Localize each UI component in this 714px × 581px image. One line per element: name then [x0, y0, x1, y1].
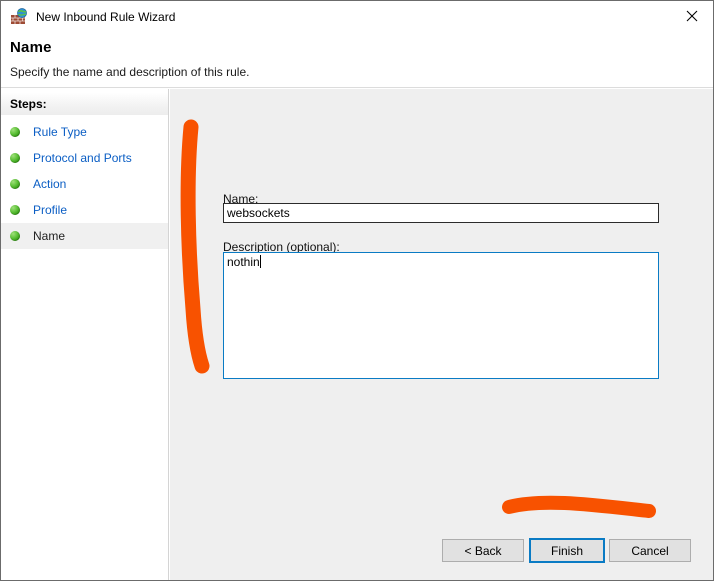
main-content-panel: Name: Description (optional): nothin: [170, 89, 713, 580]
step-bullet-icon: [10, 127, 20, 137]
description-value: nothin: [227, 255, 260, 269]
sidebar-item-name[interactable]: Name: [1, 223, 168, 249]
description-text-content: nothin: [227, 255, 261, 270]
sidebar-item-rule-type[interactable]: Rule Type: [1, 119, 168, 145]
steps-sidebar: Steps: Rule Type Protocol and Ports Acti…: [1, 89, 169, 580]
sidebar-item-profile[interactable]: Profile: [1, 197, 168, 223]
sidebar-item-label: Rule Type: [33, 125, 87, 139]
window-title: New Inbound Rule Wizard: [36, 9, 176, 24]
page-header: Name Specify the name and description of…: [1, 32, 713, 88]
sidebar-item-label: Action: [33, 177, 67, 191]
step-bullet-icon: [10, 153, 20, 163]
finish-button[interactable]: Finish: [529, 538, 605, 563]
sidebar-item-label: Name: [33, 229, 66, 243]
close-icon[interactable]: [669, 1, 713, 31]
step-bullet-icon: [10, 179, 20, 189]
description-textarea[interactable]: nothin: [223, 252, 659, 379]
sidebar-item-label: Protocol and Ports: [33, 151, 132, 165]
back-button[interactable]: < Back: [442, 539, 524, 562]
steps-heading-label: Steps:: [10, 97, 47, 111]
step-bullet-icon: [10, 231, 20, 241]
sidebar-item-protocol-and-ports[interactable]: Protocol and Ports: [1, 145, 168, 171]
page-title: Name: [10, 39, 52, 56]
page-subtitle: Specify the name and description of this…: [10, 65, 250, 79]
steps-heading: Steps:: [1, 93, 168, 115]
sidebar-item-action[interactable]: Action: [1, 171, 168, 197]
step-bullet-icon: [10, 205, 20, 215]
new-inbound-rule-wizard-window: New Inbound Rule Wizard Name Specify the…: [0, 0, 714, 581]
cancel-button[interactable]: Cancel: [609, 539, 691, 562]
name-input[interactable]: [223, 203, 659, 223]
sidebar-item-label: Profile: [33, 203, 68, 217]
title-bar: New Inbound Rule Wizard: [1, 1, 713, 32]
steps-list: Rule Type Protocol and Ports Action Prof…: [1, 119, 168, 249]
firewall-globe-icon: [9, 7, 29, 27]
text-caret: [259, 255, 261, 268]
